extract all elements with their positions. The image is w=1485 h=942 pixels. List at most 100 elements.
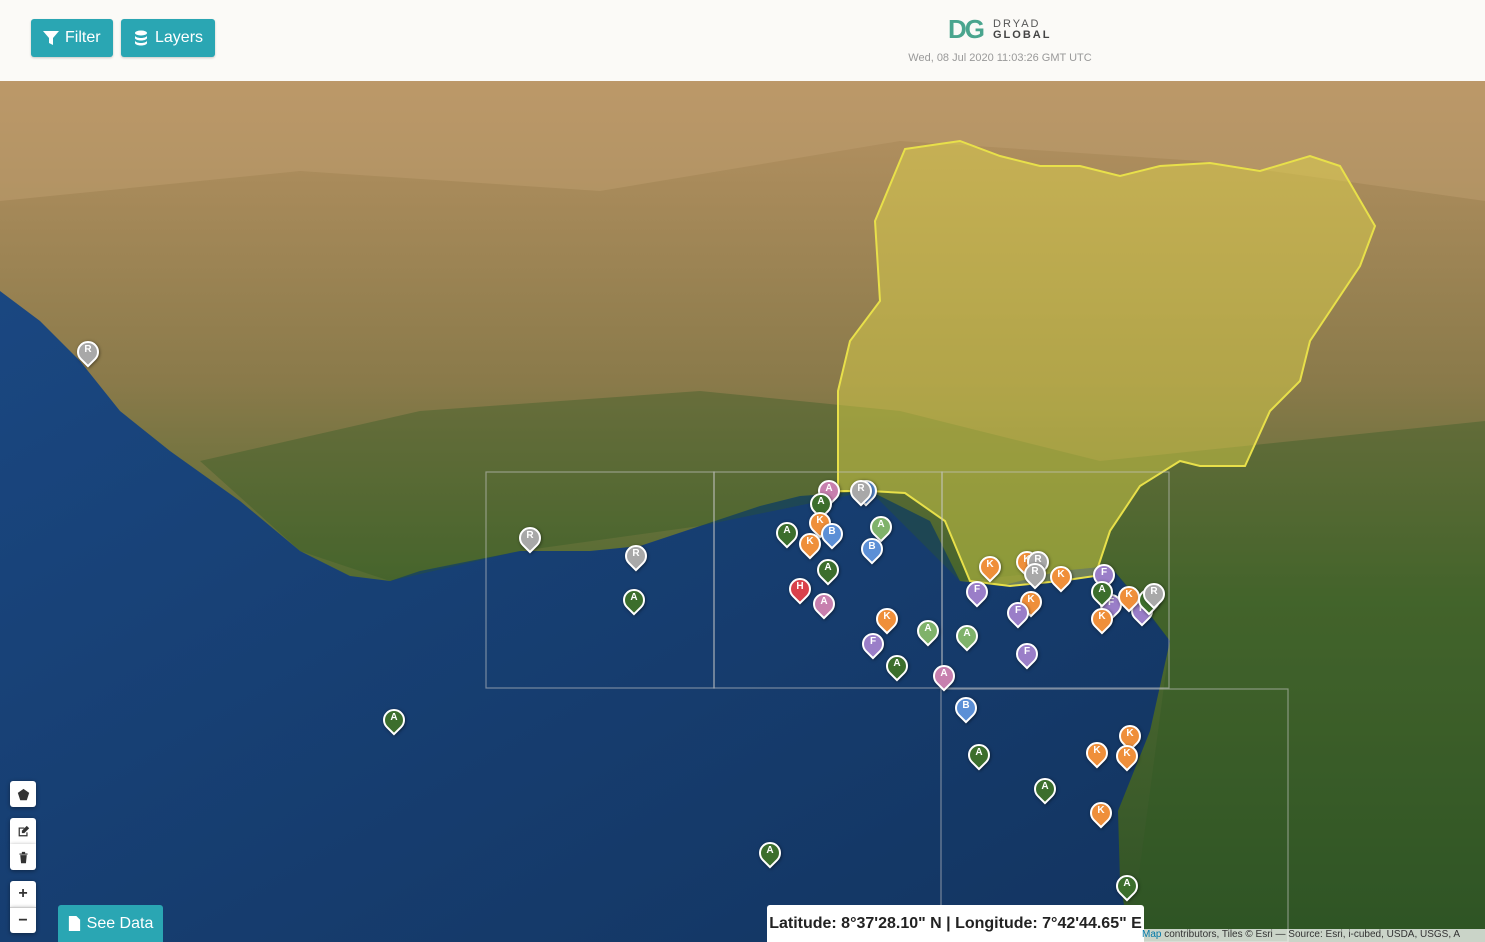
marker-label: R <box>84 344 92 355</box>
marker-label: A <box>877 519 885 530</box>
marker-label: A <box>817 496 825 507</box>
map-marker-f[interactable]: F <box>1011 638 1043 671</box>
marker-label: A <box>630 592 638 603</box>
marker-label: A <box>820 596 828 607</box>
marker-label: B <box>962 700 970 711</box>
marker-label: K <box>883 611 891 622</box>
map-marker-r[interactable]: R <box>845 475 877 508</box>
marker-label: K <box>1093 745 1101 756</box>
logo-line1: DRYAD <box>993 17 1041 30</box>
marker-label: K <box>1126 728 1134 739</box>
logo-text: DRYAD GLOBAL <box>993 17 1052 41</box>
logo-line2: GLOBAL <box>993 28 1052 41</box>
marker-label: K <box>986 559 994 570</box>
map-attribution: Map contributors, Tiles © Esri — Source:… <box>1140 929 1485 942</box>
marker-label: A <box>893 658 901 669</box>
map-marker-a[interactable]: A <box>808 588 840 621</box>
zoom-in-button[interactable]: + <box>10 881 36 907</box>
map-marker-a[interactable]: A <box>812 554 844 587</box>
delete-layers-button[interactable] <box>10 844 36 870</box>
map-marker-k[interactable]: K <box>1086 603 1118 636</box>
map-marker-a[interactable]: A <box>1086 576 1118 609</box>
marker-label: F <box>1023 646 1031 657</box>
marker-label: A <box>1123 878 1131 889</box>
map-marker-k[interactable]: K <box>1081 737 1113 770</box>
marker-label: A <box>940 668 948 679</box>
see-data-label: See Data <box>86 914 154 932</box>
map-marker-f[interactable]: F <box>857 628 889 661</box>
marker-label: A <box>924 623 932 634</box>
map-marker-r[interactable]: R <box>1019 558 1051 591</box>
map-marker-k[interactable]: K <box>1045 561 1077 594</box>
marker-label: A <box>783 525 791 536</box>
dryad-logo: DG DRYAD GLOBAL <box>948 14 1051 45</box>
map-marker-b[interactable]: B <box>856 533 888 566</box>
map-marker-a[interactable]: A <box>951 620 983 653</box>
map-marker-k[interactable]: K <box>871 603 903 636</box>
marker-label: K <box>1098 611 1106 622</box>
map-marker-r[interactable]: R <box>620 540 652 573</box>
marker-label: R <box>1150 586 1158 597</box>
satellite-basemap <box>0 81 1485 942</box>
marker-label: R <box>1031 566 1039 577</box>
map-marker-a[interactable]: A <box>618 584 650 617</box>
map-marker-f[interactable]: F <box>961 576 993 609</box>
marker-label: F <box>973 584 981 595</box>
layers-button-label: Layers <box>155 29 204 46</box>
marker-label: B <box>828 526 836 537</box>
marker-label: R <box>526 530 534 541</box>
map-marker-f[interactable]: F <box>1002 597 1034 630</box>
attribution-text: contributors, Tiles © Esri — Source: Esr… <box>1161 929 1461 940</box>
marker-label: H <box>796 581 804 592</box>
map-marker-k[interactable]: K <box>974 551 1006 584</box>
map-marker-a[interactable]: A <box>928 660 960 693</box>
marker-label: K <box>1097 805 1105 816</box>
filter-icon <box>43 31 59 45</box>
marker-label: F <box>1100 567 1108 578</box>
marker-label: A <box>963 628 971 639</box>
filter-button-label: Filter <box>65 29 101 46</box>
map-marker-k[interactable]: K <box>1085 797 1117 830</box>
map-marker-a[interactable]: A <box>1029 773 1061 806</box>
map-marker-h[interactable]: H <box>784 573 816 606</box>
marker-label: R <box>857 483 865 494</box>
marker-label: A <box>1098 584 1106 595</box>
marker-label: K <box>1123 748 1131 759</box>
marker-label: A <box>766 845 774 856</box>
map-marker-r[interactable]: R <box>72 336 104 369</box>
map-marker-a[interactable]: A <box>771 517 803 550</box>
map-marker-k[interactable]: K <box>1111 740 1143 773</box>
map-marker-a[interactable]: A <box>963 739 995 772</box>
marker-label: K <box>806 536 814 547</box>
map-marker-b[interactable]: B <box>950 692 982 725</box>
marker-label: A <box>1041 781 1049 792</box>
top-header: Filter Layers DG DRYAD GLOBAL Wed, 08 Ju… <box>0 0 1485 81</box>
map-marker-b[interactable]: B <box>816 518 848 551</box>
map-marker-r[interactable]: R <box>1138 578 1170 611</box>
polygon-icon <box>17 788 29 800</box>
marker-label: A <box>390 712 398 723</box>
map-marker-r[interactable]: R <box>514 522 546 555</box>
filter-button[interactable]: Filter <box>31 19 113 57</box>
draw-polygon-button[interactable] <box>10 781 36 807</box>
attribution-link[interactable]: Map <box>1142 929 1161 940</box>
map-marker-a[interactable]: A <box>378 704 410 737</box>
marker-label: R <box>632 548 640 559</box>
map-canvas[interactable]: RRRAAABRAKBKAABAHAKFAAAAKFKRRKKFFFAFKKAR… <box>0 81 1485 942</box>
layers-button[interactable]: Layers <box>121 19 216 57</box>
map-marker-a[interactable]: A <box>912 615 944 648</box>
logo-mark: DG <box>948 14 985 44</box>
cursor-coordinates: Latitude: 8°37'28.10" N | Longitude: 7°4… <box>767 905 1144 942</box>
see-data-button[interactable]: See Data <box>58 905 163 942</box>
layers-icon <box>135 30 147 46</box>
edit-icon <box>18 825 29 836</box>
map-marker-a[interactable]: A <box>881 650 913 683</box>
map-marker-a[interactable]: A <box>1111 870 1143 903</box>
map-marker-a[interactable]: A <box>754 837 786 870</box>
map-marker-k[interactable]: K <box>794 528 826 561</box>
marker-label: K <box>1057 569 1065 580</box>
document-icon <box>68 916 80 931</box>
edit-layers-button[interactable] <box>10 818 36 844</box>
marker-label: A <box>975 747 983 758</box>
zoom-out-button[interactable]: − <box>10 907 36 933</box>
